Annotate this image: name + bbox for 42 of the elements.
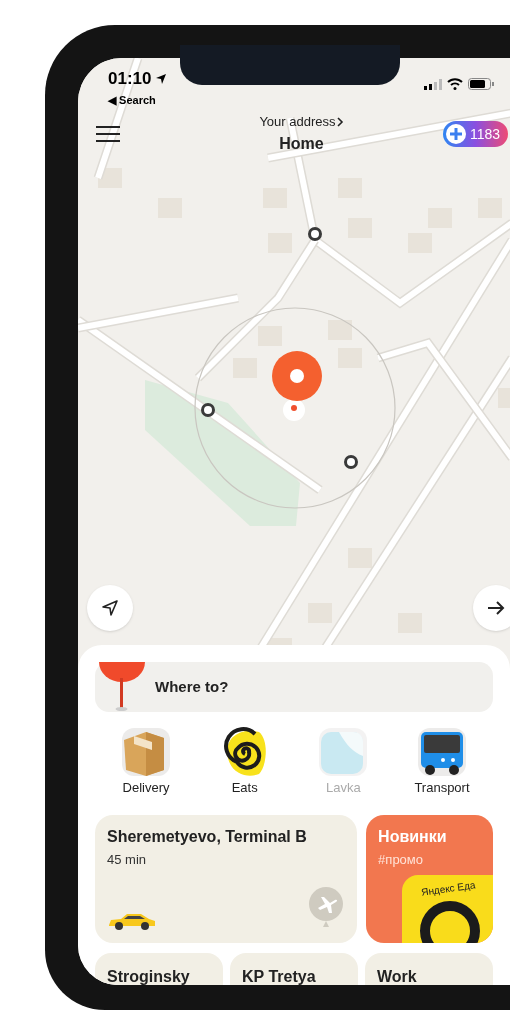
place-card[interactable]: Work	[365, 952, 493, 985]
arrow-right-icon	[487, 600, 505, 616]
service-item[interactable]: Delivery	[98, 726, 194, 798]
service-item[interactable]: Eats	[196, 726, 293, 798]
promo-card[interactable]: Новинки #промо Яндекс Еда	[366, 814, 493, 943]
address-name[interactable]: Home	[279, 131, 324, 156]
address-label[interactable]: Your address	[259, 112, 336, 132]
chevron-right-icon	[335, 117, 344, 127]
transit-stop-icon	[308, 227, 322, 241]
route-title: Sheremetyevo, Terminal B	[107, 826, 308, 847]
building-shape	[498, 388, 510, 408]
promo-title: Новинки	[378, 826, 448, 847]
destination-field[interactable]: Where to?	[95, 662, 493, 712]
promo-tag: #промо	[378, 849, 481, 869]
route-card[interactable]: Sheremetyevo, Terminal B 45 min	[95, 814, 358, 943]
battery-icon	[468, 78, 494, 90]
status-time: 01:10	[108, 68, 152, 90]
parcel-box-icon	[120, 726, 172, 778]
transit-stop-icon	[201, 403, 215, 417]
bus-icon	[415, 726, 468, 778]
wifi-icon	[447, 78, 463, 90]
service-item[interactable]: Transport	[393, 726, 490, 798]
menu-icon[interactable]	[96, 126, 120, 142]
location-arrow-icon	[155, 72, 168, 85]
place-card[interactable]: Stroginsky	[95, 952, 223, 985]
taxi-car-icon	[107, 912, 157, 931]
pin-icon	[97, 662, 147, 712]
transit-stop-icon	[344, 455, 358, 469]
leaf-icon	[317, 726, 370, 778]
route-duration: 45 min	[107, 850, 148, 869]
building-shape	[348, 548, 372, 568]
building-shape	[328, 320, 352, 340]
map-pin-icon[interactable]	[272, 351, 322, 401]
signal-icon	[424, 78, 442, 90]
location-marker-icon	[283, 399, 305, 421]
points-badge[interactable]: 1183	[442, 121, 508, 147]
airplane-pin-icon	[309, 886, 344, 927]
plus-icon	[445, 124, 466, 144]
navigation-arrow-icon	[101, 599, 119, 617]
backpack-drawing: Яндекс Еда	[402, 874, 493, 943]
place-card[interactable]: KP Tretya	[230, 952, 358, 985]
back-link[interactable]: ◀ Search	[108, 91, 168, 108]
